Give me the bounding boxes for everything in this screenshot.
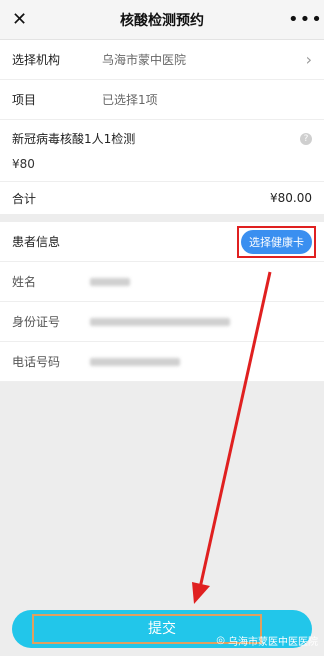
watermark: ◎ 乌海市蒙医中医医院: [216, 633, 318, 648]
total-value: ¥80.00: [270, 191, 312, 205]
patient-info-title: 患者信息: [12, 235, 61, 249]
watermark-text: 乌海市蒙医中医医院: [228, 637, 318, 648]
name-value-redacted: [90, 277, 130, 286]
test-item: 新冠病毒核酸1人1检测 ? ¥80: [0, 120, 324, 182]
close-icon[interactable]: ✕: [12, 9, 36, 30]
total-row: 合计 ¥80.00: [0, 182, 324, 222]
phone-row[interactable]: 电话号码: [0, 342, 324, 382]
more-dots-icon[interactable]: •••: [288, 9, 322, 30]
id-row[interactable]: 身份证号: [0, 302, 324, 342]
top-bar: ✕ 核酸检测预约 •••: [0, 0, 324, 40]
id-label: 身份证号: [12, 315, 61, 329]
name-label: 姓名: [12, 275, 37, 289]
patient-header: 患者信息 选择健康卡: [0, 222, 324, 262]
phone-label: 电话号码: [12, 355, 61, 369]
test-item-price: ¥80: [12, 157, 35, 171]
name-row[interactable]: 姓名: [0, 262, 324, 302]
project-row: 项目 已选择1项: [0, 80, 324, 120]
total-label: 合计: [12, 191, 37, 206]
project-label: 项目: [12, 93, 37, 107]
chevron-right-icon: ›: [305, 50, 312, 69]
wechat-icon: ◎: [216, 635, 225, 646]
test-item-name: 新冠病毒核酸1人1检测: [12, 132, 136, 146]
order-section: 选择机构 乌海市蒙中医院 › 项目 已选择1项 新冠病毒核酸1人1检测 ? ¥8…: [0, 40, 324, 382]
project-value: 已选择1项: [102, 93, 158, 107]
page-title: 核酸检测预约: [120, 12, 204, 29]
institution-value: 乌海市蒙中医院: [102, 53, 187, 67]
id-value-redacted: [90, 317, 230, 326]
institution-row[interactable]: 选择机构 乌海市蒙中医院 ›: [0, 40, 324, 80]
highlight-box: 选择健康卡: [237, 225, 316, 258]
institution-label: 选择机构: [12, 53, 61, 67]
select-health-card-button[interactable]: 选择健康卡: [241, 229, 312, 254]
help-icon[interactable]: ?: [300, 132, 312, 145]
phone-value-redacted: [90, 357, 180, 366]
